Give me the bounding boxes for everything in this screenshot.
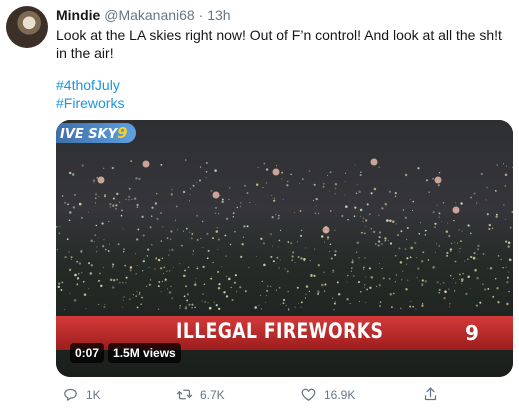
channel-logo: 9	[465, 321, 479, 345]
tweet-header: Mindie @Makanani68 · 13h	[56, 7, 231, 23]
share-icon	[424, 387, 437, 401]
author-handle[interactable]: @Makanani68	[104, 7, 195, 23]
reply-icon	[64, 388, 77, 401]
banner-text: ILLEGAL FIREWORKS	[176, 319, 384, 343]
station-logo-text: IVE SKY	[60, 127, 118, 142]
video-info: 0:07 1.5M views	[70, 343, 181, 363]
tweet-actions: 1K 6.7K 16.9K	[56, 386, 496, 406]
hashtag-fireworks[interactable]: #Fireworks	[56, 94, 124, 112]
author-name[interactable]: Mindie	[56, 7, 100, 23]
reply-count: 1K	[86, 387, 101, 402]
hashtag-list: #4thofJuly #Fireworks	[56, 76, 124, 112]
share-button[interactable]	[422, 386, 439, 403]
retweet-count: 6.7K	[200, 387, 225, 402]
video-player[interactable]: IVE SKY9 ILLEGAL FIREWORKS 9 0:07 1.5M v…	[56, 120, 513, 377]
hashtag-4thofjuly[interactable]: #4thofJuly	[56, 76, 124, 94]
station-logo: IVE SKY9	[56, 123, 136, 143]
timestamp[interactable]: 13h	[207, 7, 230, 23]
retweet-button[interactable]: 6.7K	[176, 386, 225, 403]
avatar[interactable]	[6, 6, 48, 48]
retweet-icon	[176, 389, 193, 400]
station-logo-number: 9	[117, 124, 128, 142]
separator-dot: ·	[198, 7, 204, 23]
like-count: 16.9K	[324, 387, 356, 402]
tweet-text: Look at the LA skies right now! Out of F…	[56, 27, 502, 61]
video-duration: 0:07	[70, 343, 105, 363]
reply-button[interactable]: 1K	[62, 386, 101, 403]
video-views: 1.5M views	[108, 343, 181, 363]
like-button[interactable]: 16.9K	[300, 386, 355, 403]
like-icon	[301, 388, 316, 401]
